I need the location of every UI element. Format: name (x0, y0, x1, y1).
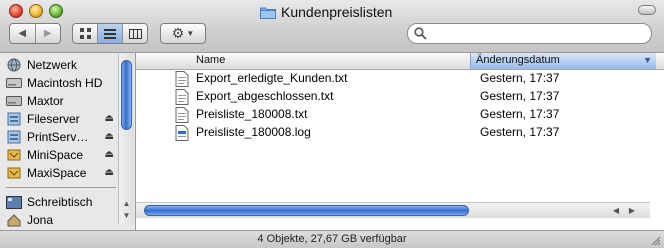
list-view-icon (104, 28, 116, 39)
search-field[interactable] (407, 23, 652, 44)
scroll-right-button[interactable]: ▶ (626, 205, 638, 216)
zoom-button[interactable] (49, 4, 63, 18)
forward-arrow-icon: ▶ (43, 28, 52, 39)
server-icon (6, 130, 22, 144)
text-document-icon (175, 71, 189, 87)
window-title-text: Kundenpreislisten (281, 4, 393, 20)
gear-icon: ⚙ (171, 25, 185, 41)
sort-descending-icon: ▼ (643, 55, 652, 65)
status-text: 4 Objekte, 27,67 GB verfügbar (257, 233, 407, 245)
scroll-left-button[interactable]: ◀ (610, 205, 622, 216)
sidebar-item-netzwerk[interactable]: Netzwerk (6, 56, 116, 74)
forward-button[interactable]: ▶ (34, 24, 61, 43)
icon-view-button[interactable] (73, 24, 97, 43)
back-arrow-icon: ◀ (18, 28, 27, 39)
file-list: Name Änderungsdatum ▼ Export_erledigte_K… (136, 53, 664, 230)
sidebar-scroll-thumb[interactable] (121, 60, 132, 130)
icon-view-icon (79, 28, 91, 39)
sidebar-item-schreibtisch[interactable]: Schreibtisch (6, 193, 116, 211)
file-date: Gestern, 17:37 (480, 71, 560, 85)
sidebar-item-label: Schreibtisch (27, 195, 93, 209)
finder-window: Kundenpreislisten ◀ ▶ ⚙ ▼ Netzwerk Macin… (0, 0, 664, 248)
horizontal-scrollbar[interactable]: ◀ ▶ (136, 202, 650, 218)
sidebar-item-label: PrintServ… (27, 130, 89, 144)
file-name: Export_erledigte_Kunden.txt (196, 71, 348, 85)
sidebar-item-maxispace[interactable]: MaxiSpace ⏏ (6, 164, 116, 182)
table-row[interactable]: Export_erledigte_Kunden.txt Gestern, 17:… (136, 70, 664, 88)
network-globe-icon (6, 58, 22, 72)
view-selector (72, 23, 148, 44)
close-button[interactable] (9, 4, 23, 18)
column-header-date-label: Änderungsdatum (476, 54, 560, 66)
eject-icon[interactable]: ⏏ (105, 167, 114, 178)
sidebar-item-label: Fileserver (27, 112, 80, 126)
network-volume-icon (6, 166, 22, 180)
file-date: Gestern, 17:37 (480, 125, 560, 139)
file-name: Export_abgeschlossen.txt (196, 89, 334, 103)
sidebar-item-printserv[interactable]: PrintServ… ⏏ (6, 128, 116, 146)
column-view-button[interactable] (122, 24, 147, 43)
sidebar-scrollbar[interactable]: ▲ ▼ (118, 54, 134, 224)
file-name: Preisliste_180008.txt (196, 107, 308, 121)
window-title: Kundenpreislisten (260, 3, 392, 21)
hard-drive-icon (6, 94, 22, 108)
sidebar-item-label: MaxiSpace (27, 166, 87, 180)
list-view-button[interactable] (97, 24, 122, 43)
sidebar: Netzwerk Macintosh HD Maxtor Fileserver … (0, 53, 136, 230)
table-row[interactable]: Preisliste_180008.txt Gestern, 17:37 (136, 106, 664, 124)
list-header: Name Änderungsdatum ▼ (136, 53, 664, 70)
toolbar-toggle-button[interactable] (638, 5, 656, 15)
sidebar-item-maxtor[interactable]: Maxtor (6, 92, 116, 110)
minimize-button[interactable] (29, 4, 43, 18)
scroll-up-button[interactable]: ▲ (121, 199, 132, 209)
scroll-down-button[interactable]: ▼ (121, 211, 132, 221)
hard-drive-icon (6, 76, 22, 90)
sidebar-item-label: Maxtor (27, 94, 64, 108)
eject-icon[interactable]: ⏏ (105, 149, 114, 160)
file-name: Preisliste_180008.log (196, 125, 311, 139)
server-icon (6, 112, 22, 126)
table-row[interactable]: Export_abgeschlossen.txt Gestern, 17:37 (136, 88, 664, 106)
folder-icon (260, 6, 276, 19)
column-view-icon (128, 28, 142, 39)
horizontal-scroll-thumb[interactable] (144, 205, 469, 216)
search-icon (414, 27, 427, 40)
eject-icon[interactable]: ⏏ (105, 113, 114, 124)
file-date: Gestern, 17:37 (480, 107, 560, 121)
sidebar-item-label: Jona (27, 213, 54, 227)
resize-grip-icon[interactable] (651, 236, 661, 246)
sidebar-item-fileserver[interactable]: Fileserver ⏏ (6, 110, 116, 128)
title-bar: Kundenpreislisten ◀ ▶ ⚙ ▼ (0, 0, 664, 53)
action-menu-button[interactable]: ⚙ ▼ (160, 23, 206, 44)
desktop-icon (6, 195, 22, 209)
column-header-date[interactable]: Änderungsdatum ▼ (470, 53, 656, 69)
file-date: Gestern, 17:37 (480, 89, 560, 103)
sidebar-item-macintosh-hd[interactable]: Macintosh HD (6, 74, 116, 92)
sidebar-item-label: Netzwerk (27, 58, 78, 72)
column-header-name[interactable]: Name (196, 54, 225, 66)
sidebar-divider (6, 187, 116, 188)
table-row[interactable]: Preisliste_180008.log Gestern, 17:37 (136, 124, 664, 142)
back-forward-control: ◀ ▶ (9, 23, 61, 44)
sidebar-item-label: Macintosh HD (27, 76, 103, 90)
home-icon (6, 213, 22, 227)
back-button[interactable]: ◀ (10, 24, 35, 43)
eject-icon[interactable]: ⏏ (105, 131, 114, 142)
log-document-icon (175, 125, 189, 141)
network-volume-icon (6, 148, 22, 162)
text-document-icon (175, 89, 189, 105)
chevron-down-icon: ▼ (186, 29, 195, 38)
text-document-icon (175, 107, 189, 123)
sidebar-item-label: MiniSpace (27, 148, 84, 162)
sidebar-item-minispace[interactable]: MiniSpace ⏏ (6, 146, 116, 164)
sidebar-item-jona[interactable]: Jona (6, 211, 116, 229)
status-bar: 4 Objekte, 27,67 GB verfügbar (0, 230, 664, 248)
